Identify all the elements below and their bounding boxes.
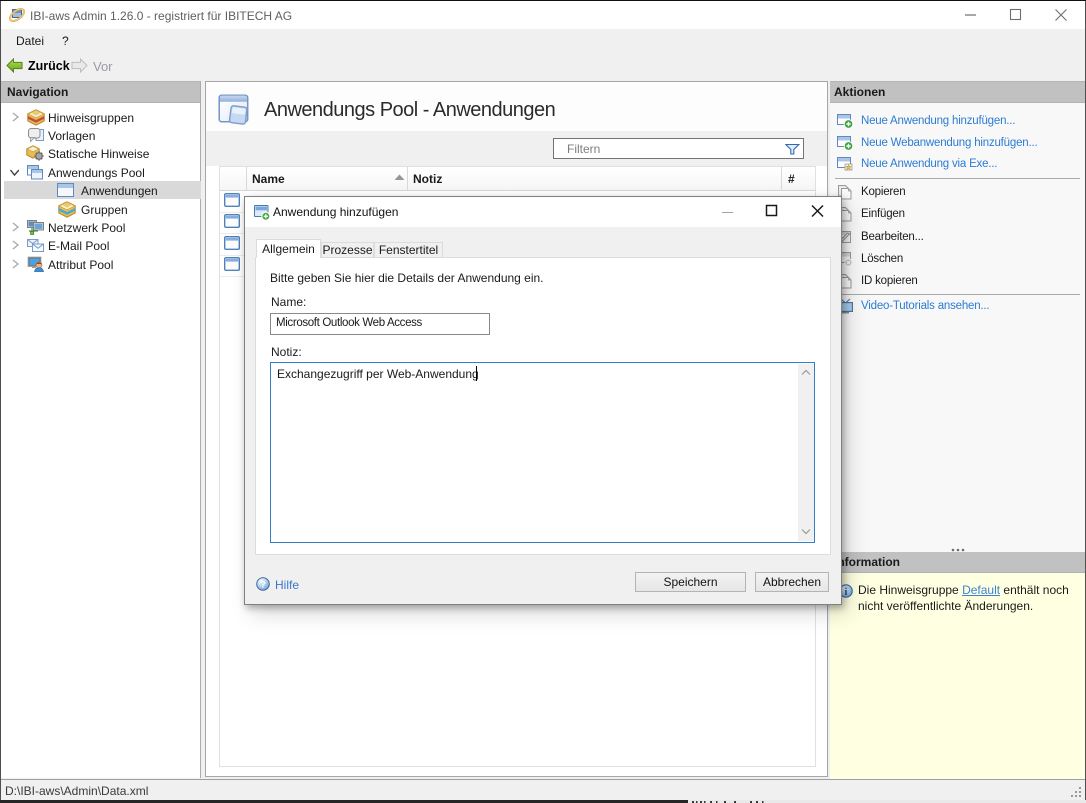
svg-text:i: i	[845, 587, 848, 598]
svg-text:?: ?	[260, 580, 266, 591]
